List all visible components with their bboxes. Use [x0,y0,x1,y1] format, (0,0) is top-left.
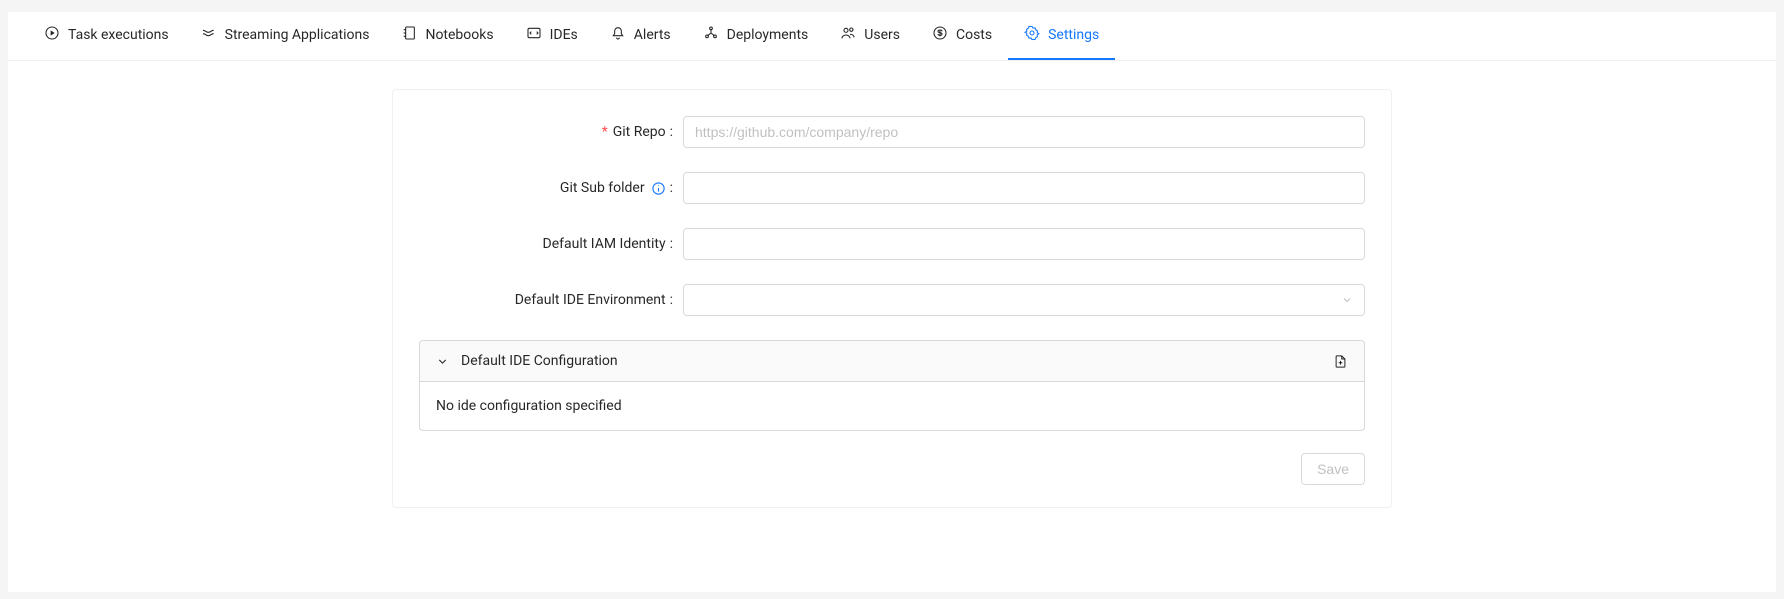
label-text: Git Repo [613,124,666,140]
tab-label: IDEs [550,27,578,43]
tab-ides[interactable]: IDEs [510,12,594,60]
info-icon[interactable] [651,181,666,196]
required-star: * [602,124,608,140]
colon: : [670,124,673,140]
file-add-icon[interactable] [1333,354,1348,369]
dollar-icon [932,25,948,45]
stream-icon [201,25,217,45]
tab-label: Task executions [68,27,169,43]
colon: : [670,180,673,196]
form-row-ide-environment: Default IDE Environment : [419,284,1365,316]
tab-label: Streaming Applications [225,27,370,43]
collapse-title: Default IDE Configuration [461,353,618,369]
tab-deployments[interactable]: Deployments [687,12,825,60]
ide-config-collapse-body: No ide configuration specified [420,382,1364,430]
form-control [683,172,1365,204]
collapse-header-left: Default IDE Configuration [436,353,618,369]
tab-label: Notebooks [425,27,493,43]
page: Task executions Streaming Applications N… [8,12,1776,592]
git-subfolder-label: Git Sub folder : [419,180,683,196]
tab-label: Costs [956,27,992,43]
form-control [683,116,1365,148]
ide-config-collapse: Default IDE Configuration No ide configu… [419,340,1365,431]
label-text: Default IDE Environment [515,292,666,308]
content-area: * Git Repo : Git Sub folder : [8,61,1776,538]
label-text: Default IAM Identity [543,236,666,252]
ide-icon [526,25,542,45]
tab-label: Settings [1048,27,1099,43]
form-row-git-subfolder: Git Sub folder : [419,172,1365,204]
git-subfolder-input[interactable] [683,172,1365,204]
form-row-git-repo: * Git Repo : [419,116,1365,148]
card-footer: Save [419,453,1365,485]
label-text: Git Sub folder [560,180,645,196]
tab-streaming-applications[interactable]: Streaming Applications [185,12,386,60]
tab-task-executions[interactable]: Task executions [28,12,185,60]
ide-environment-label: Default IDE Environment : [419,292,683,308]
tab-label: Alerts [634,27,671,43]
git-repo-input[interactable] [683,116,1365,148]
colon: : [670,236,673,252]
tab-costs[interactable]: Costs [916,12,1008,60]
tab-label: Deployments [727,27,809,43]
users-icon [840,25,856,45]
settings-icon [1024,25,1040,45]
iam-identity-label: Default IAM Identity : [419,236,683,252]
deployment-icon [703,25,719,45]
tab-alerts[interactable]: Alerts [594,12,687,60]
notebook-icon [401,25,417,45]
form-control [683,284,1365,316]
tab-notebooks[interactable]: Notebooks [385,12,509,60]
chevron-down-icon [436,355,449,368]
tabs-bar: Task executions Streaming Applications N… [8,12,1776,61]
settings-card: * Git Repo : Git Sub folder : [392,89,1392,508]
tab-users[interactable]: Users [824,12,916,60]
form-row-iam-identity: Default IAM Identity : [419,228,1365,260]
save-button[interactable]: Save [1301,453,1365,485]
ide-environment-select[interactable] [683,284,1365,316]
tab-settings[interactable]: Settings [1008,12,1115,60]
alert-icon [610,25,626,45]
tab-label: Users [864,27,900,43]
play-circle-icon [44,25,60,45]
chevron-down-icon [1341,294,1353,306]
ide-config-collapse-header[interactable]: Default IDE Configuration [420,341,1364,382]
git-repo-label: * Git Repo : [419,124,683,140]
collapse-body-text: No ide configuration specified [436,398,622,414]
colon: : [670,292,673,308]
iam-identity-input[interactable] [683,228,1365,260]
form-control [683,228,1365,260]
